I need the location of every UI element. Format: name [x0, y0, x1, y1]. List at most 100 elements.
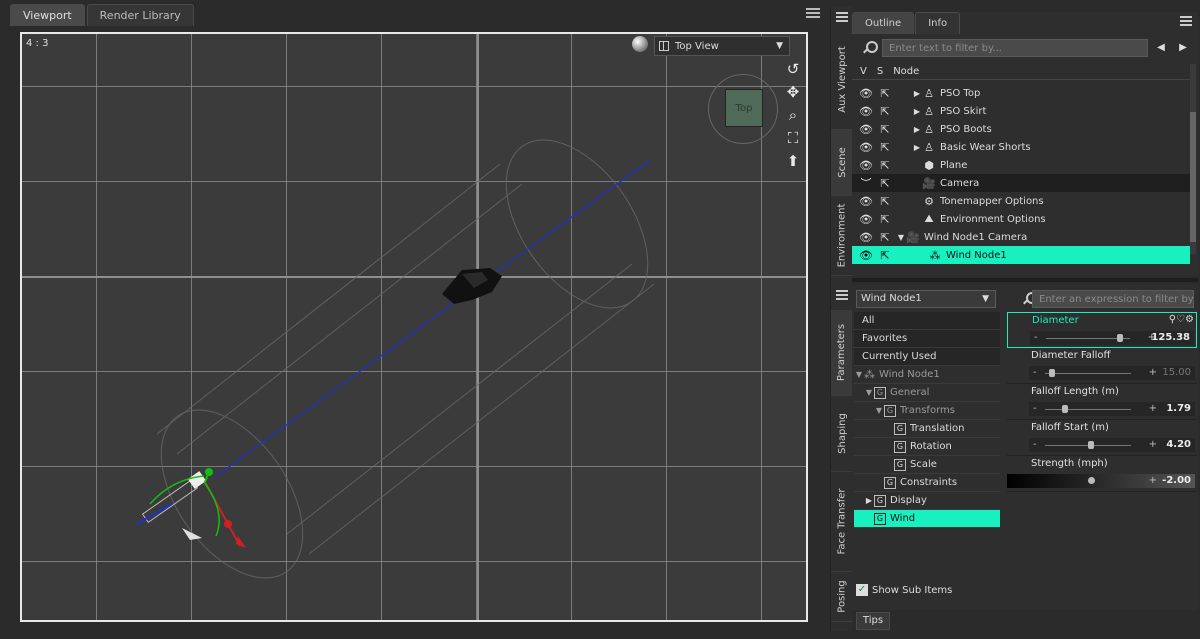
property-value[interactable]: 1.79: [1166, 402, 1191, 416]
node-row[interactable]: ︶ ⇱ 🎥 Camera: [852, 174, 1190, 192]
eye-icon[interactable]: 👁: [858, 123, 874, 136]
cursor-icon[interactable]: ⇱: [878, 87, 892, 100]
strength-slider[interactable]: + -2.00: [1007, 474, 1195, 488]
eye-closed-icon[interactable]: ︶: [858, 175, 874, 191]
reset-view-icon[interactable]: ⬆: [784, 152, 802, 170]
falloff-start-slider[interactable]: - + 4.20: [1029, 438, 1195, 452]
viewport-menu-icon[interactable]: [806, 8, 820, 20]
node-row-selected[interactable]: 👁 ⇱ ⁂ Wind Node1: [852, 246, 1190, 264]
group-constraints[interactable]: G Constraints: [854, 474, 1000, 492]
falloff-length-slider[interactable]: - + 1.79: [1029, 402, 1195, 416]
tab-shaping[interactable]: Shaping: [831, 396, 853, 472]
eye-icon[interactable]: 👁: [858, 231, 874, 244]
property-diameter-falloff[interactable]: Diameter Falloff - + 15.00: [1007, 348, 1197, 384]
tab-tips[interactable]: Tips: [856, 612, 890, 630]
node-row[interactable]: 👁 ⇱ ▼ 🎥 Wind Node1 Camera: [852, 228, 1190, 246]
collapse-arrow-icon[interactable]: ▼: [854, 370, 864, 379]
eye-icon[interactable]: 👁: [858, 249, 874, 262]
group-transforms[interactable]: ▼ G Transforms: [854, 402, 1000, 420]
eye-icon[interactable]: 👁: [858, 159, 874, 172]
show-sub-items-toggle[interactable]: ✓ Show Sub Items: [856, 584, 952, 596]
cursor-icon[interactable]: ⇱: [878, 249, 892, 262]
group-favorites[interactable]: Favorites: [854, 330, 1000, 348]
outline-filter-input[interactable]: [882, 39, 1148, 57]
expand-arrow-icon[interactable]: ▶: [912, 89, 922, 98]
node-row[interactable]: 👁 ⇱ ▶ ♙ PSO Skirt: [852, 102, 1190, 120]
col-selectable[interactable]: S: [867, 66, 883, 77]
cursor-icon[interactable]: ⇱: [878, 105, 892, 118]
node-row[interactable]: 👁 ⇱ ▶ ♙ PSO Top: [852, 84, 1190, 102]
node-row[interactable]: 👁 ⇱ ▶ ♙ PSO Boots: [852, 120, 1190, 138]
cursor-icon[interactable]: ⇱: [878, 213, 892, 226]
tab-posing[interactable]: Posing: [831, 572, 853, 622]
property-falloff-start[interactable]: Falloff Start (m) - + 4.20: [1007, 420, 1197, 456]
diameter-slider[interactable]: - + 125.38: [1030, 331, 1194, 345]
group-wind[interactable]: G Wind: [854, 510, 1000, 528]
collapse-arrow-icon[interactable]: ▼: [864, 388, 874, 397]
tab-face-transfer[interactable]: Face Transfer: [831, 472, 853, 572]
expand-arrow-icon[interactable]: ▶: [912, 143, 922, 152]
group-rotation[interactable]: G Rotation: [854, 438, 1000, 456]
cursor-icon[interactable]: ⇱: [878, 177, 892, 190]
tab-outline[interactable]: Outline: [852, 12, 915, 34]
pan-icon[interactable]: ✥: [784, 83, 802, 101]
frame-icon[interactable]: ⛶: [784, 129, 802, 147]
group-root[interactable]: ▼ ⁂ Wind Node1: [854, 366, 1000, 384]
node-select[interactable]: Wind Node1 ▼: [856, 290, 996, 308]
expand-arrow-icon[interactable]: ▶: [912, 125, 922, 134]
property-diameter[interactable]: Diameter ⚲♡⚙ - + 125.38: [1007, 312, 1197, 348]
property-value[interactable]: 125.38: [1151, 331, 1190, 345]
group-general[interactable]: ▼ G General: [854, 384, 1000, 402]
expand-arrow-icon[interactable]: ▶: [912, 107, 922, 116]
arrow-right-icon[interactable]: ▶: [1174, 39, 1192, 57]
group-translation[interactable]: G Translation: [854, 420, 1000, 438]
checkbox-checked-icon[interactable]: ✓: [856, 584, 868, 596]
eye-icon[interactable]: 👁: [858, 213, 874, 226]
view-cube[interactable]: Top: [708, 74, 778, 144]
eye-icon[interactable]: 👁: [858, 87, 874, 100]
expand-arrow-icon[interactable]: ▶: [864, 496, 874, 505]
arrow-left-icon[interactable]: ◀: [1152, 39, 1170, 57]
col-node[interactable]: Node: [883, 66, 919, 77]
eye-icon[interactable]: 👁: [858, 105, 874, 118]
property-options-icons[interactable]: ⚲♡⚙: [1169, 314, 1194, 325]
group-currently-used[interactable]: Currently Used: [854, 348, 1000, 366]
eye-icon[interactable]: 👁: [858, 195, 874, 208]
outline-menu-icon[interactable]: [1180, 16, 1192, 28]
outline-scrollbar[interactable]: [1190, 64, 1196, 254]
tab-info[interactable]: Info: [915, 12, 961, 34]
parameter-filter-input[interactable]: [1032, 290, 1194, 308]
tab-render-library[interactable]: Render Library: [86, 4, 194, 26]
group-display[interactable]: ▶ G Display: [854, 492, 1000, 510]
tab-aux-viewport[interactable]: Aux Viewport: [831, 30, 853, 130]
viewport-3d[interactable]: 4 : 3 Top View ▼ ↺ ✥ ⌕ ⛶ ⬆ Top: [20, 32, 808, 622]
property-value[interactable]: 15.00: [1162, 366, 1191, 380]
collapse-arrow-icon[interactable]: ▼: [874, 406, 884, 415]
node-row[interactable]: 👁 ⇱ ▶ ♙ Basic Wear Shorts: [852, 138, 1190, 156]
view-select[interactable]: Top View ▼: [654, 36, 790, 56]
cursor-icon[interactable]: ⇱: [878, 141, 892, 154]
group-scale[interactable]: G Scale: [854, 456, 1000, 474]
group-all[interactable]: All: [854, 312, 1000, 330]
collapse-arrow-icon[interactable]: ▼: [896, 233, 906, 242]
cursor-icon[interactable]: ⇱: [878, 195, 892, 208]
eye-icon[interactable]: 👁: [858, 141, 874, 154]
cursor-icon[interactable]: ⇱: [878, 231, 892, 244]
diameter-falloff-slider[interactable]: - + 15.00: [1029, 366, 1195, 380]
property-value[interactable]: -2.00: [1162, 474, 1191, 488]
orbit-icon[interactable]: ↺: [784, 60, 802, 78]
cursor-icon[interactable]: ⇱: [878, 159, 892, 172]
draw-style-sphere-icon[interactable]: [632, 36, 648, 52]
cursor-icon[interactable]: ⇱: [878, 123, 892, 136]
node-row[interactable]: 👁 ⇱ ⛰ Environment Options: [852, 210, 1190, 228]
node-row[interactable]: 👁 ⇱ ⚙ Tonemapper Options: [852, 192, 1190, 210]
pane-divider[interactable]: [852, 278, 1198, 282]
tab-parameters[interactable]: Parameters: [831, 310, 853, 396]
col-visible[interactable]: V: [852, 66, 867, 77]
tab-environment[interactable]: Environment: [831, 196, 853, 276]
node-row[interactable]: 👁 ⇱ ⬢ Plane: [852, 156, 1190, 174]
pane-menu-icon-2[interactable]: [836, 290, 848, 302]
tab-viewport[interactable]: Viewport: [10, 4, 85, 26]
property-strength[interactable]: Strength (mph) + -2.00: [1007, 456, 1197, 492]
tab-scene[interactable]: Scene: [831, 130, 853, 196]
